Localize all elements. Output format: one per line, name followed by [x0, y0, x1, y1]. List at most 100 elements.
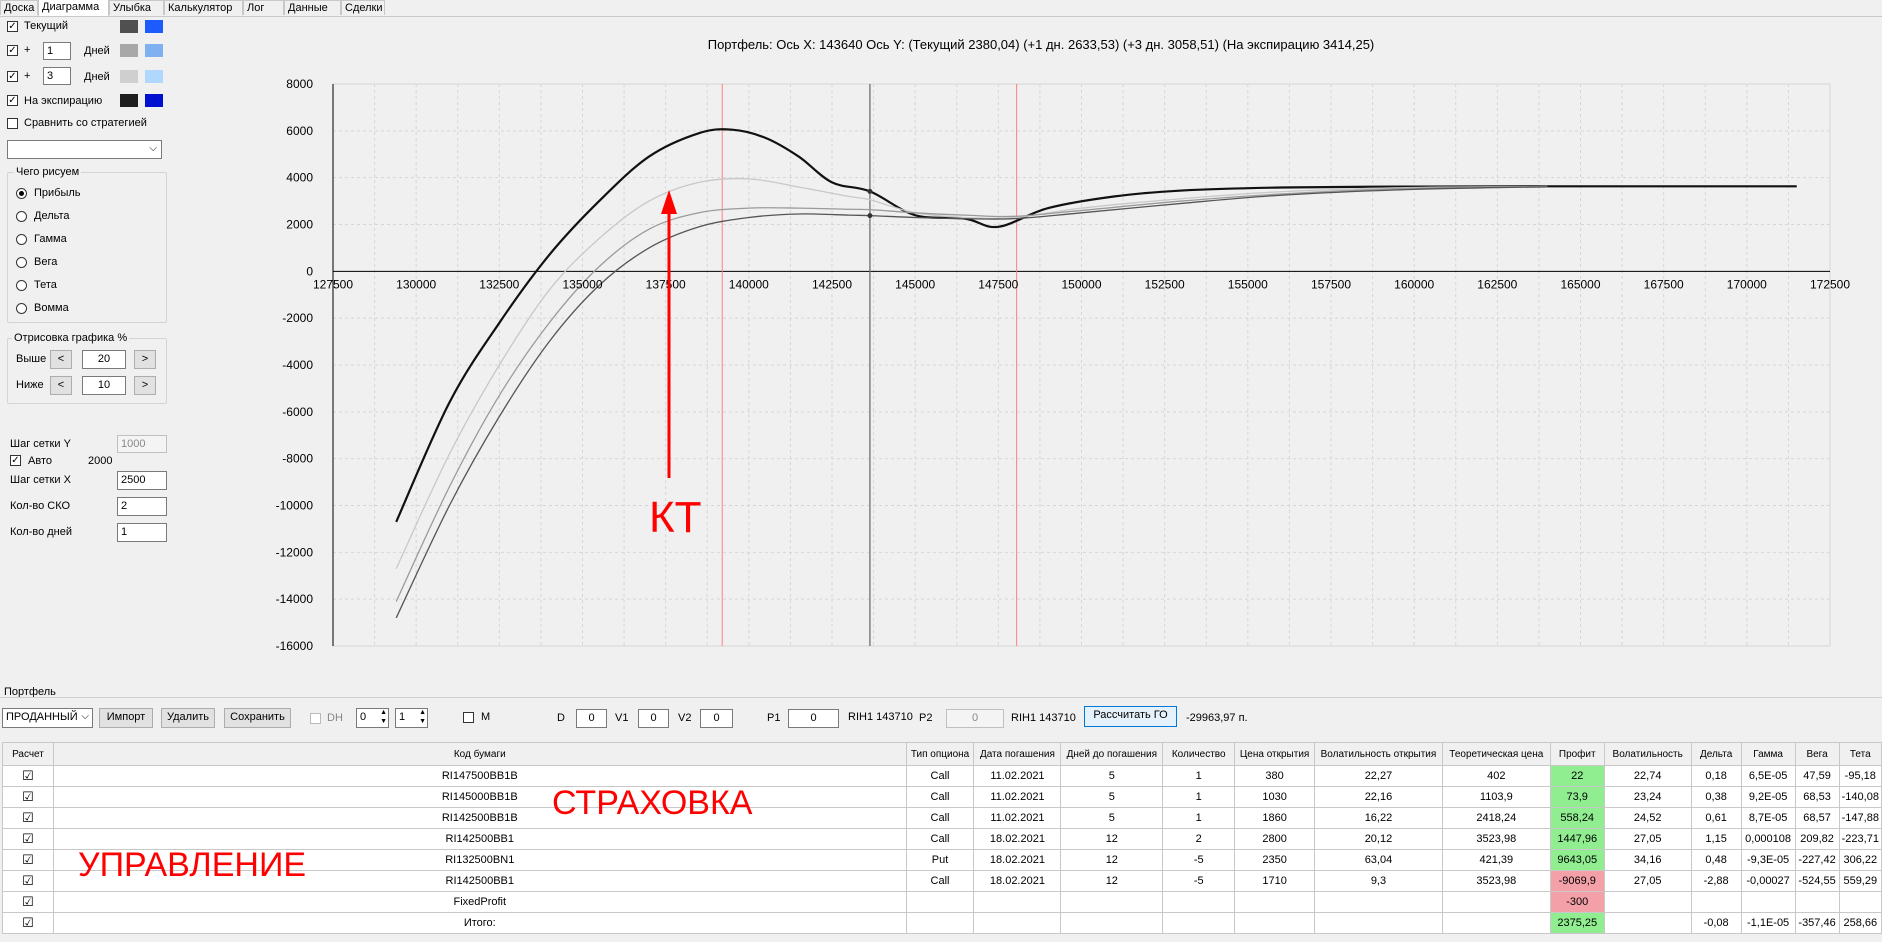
- table-row[interactable]: ☑ RI142500BB1B Call 11.02.2021 5 1 1860 16,22 24…: [2, 807, 1882, 829]
- table-cell: [1740, 891, 1796, 913]
- table-cell: 11.02.2021: [973, 807, 1062, 829]
- profit-cell: 558,24: [1549, 807, 1605, 829]
- table-cell: -524,55: [1794, 870, 1840, 892]
- table-cell: 0,18: [1690, 765, 1742, 787]
- column-header[interactable]: Теоретическая цена: [1441, 742, 1551, 766]
- column-header[interactable]: Тип опциона: [905, 742, 975, 766]
- d-input[interactable]: 0: [576, 709, 607, 728]
- table-cell: 2418,24: [1441, 807, 1551, 829]
- column-header[interactable]: Волатильность открытия: [1314, 742, 1443, 766]
- d-label: D: [557, 712, 565, 724]
- p1-label: P1: [767, 712, 781, 724]
- table-cell: [905, 912, 975, 934]
- table-cell: Call: [905, 828, 975, 850]
- portfolio-select-value: ПРОДАННЫЙ: [6, 711, 78, 723]
- dh-stepper-a[interactable]: 0 ▲ ▼: [356, 708, 389, 728]
- table-cell: 0,61: [1690, 807, 1742, 829]
- calc-checkbox[interactable]: ☑: [2, 786, 54, 808]
- table-cell: 22,16: [1314, 786, 1443, 808]
- table-row[interactable]: ☑ FixedProfit -300: [2, 891, 1882, 913]
- table-cell: [1441, 891, 1551, 913]
- column-header[interactable]: Дата погашения: [973, 742, 1062, 766]
- table-cell: 421,39: [1441, 849, 1551, 871]
- table-cell: 18.02.2021: [973, 870, 1062, 892]
- import-button[interactable]: Импорт: [99, 708, 153, 728]
- delete-button[interactable]: Удалить: [161, 708, 215, 728]
- table-cell: 0,48: [1690, 849, 1742, 871]
- save-button[interactable]: Сохранить: [224, 708, 291, 728]
- calc-checkbox[interactable]: ☑: [2, 765, 54, 787]
- table-cell: 9,3: [1314, 870, 1443, 892]
- table-cell: 3523,98: [1441, 828, 1551, 850]
- table-cell: [1441, 912, 1551, 934]
- table-cell: 8,7E-05: [1740, 807, 1796, 829]
- column-header[interactable]: Цена открытия: [1234, 742, 1316, 766]
- column-header[interactable]: Дней до погашения: [1060, 742, 1164, 766]
- table-header-row: Расчет Код бумаги Тип опциона Дата погашени…: [2, 742, 1882, 766]
- table-cell: 0,000108: [1740, 828, 1796, 850]
- table-cell: [1314, 891, 1443, 913]
- spin-arrows-icon: ▲ ▼: [419, 709, 426, 725]
- table-cell: 12: [1060, 849, 1164, 871]
- table-cell: 209,82: [1794, 828, 1840, 850]
- table-cell: -5: [1162, 870, 1236, 892]
- table-cell: Call: [905, 786, 975, 808]
- spin-arrows-icon: ▲ ▼: [380, 709, 387, 725]
- calc-checkbox[interactable]: ☑: [2, 891, 54, 913]
- table-cell: RI142500BB1B: [52, 807, 907, 829]
- table-cell: -147,88: [1838, 807, 1882, 829]
- table-cell: -357,46: [1794, 912, 1840, 934]
- p2-input[interactable]: 0: [946, 709, 1004, 728]
- column-header[interactable]: Профит: [1549, 742, 1605, 766]
- table-cell: 1,15: [1690, 828, 1742, 850]
- m-checkbox[interactable]: [463, 712, 474, 723]
- table-cell: 63,04: [1314, 849, 1443, 871]
- table-cell: 22,74: [1603, 765, 1692, 787]
- table-cell: 306,22: [1838, 849, 1882, 871]
- column-header[interactable]: Расчет: [2, 742, 54, 766]
- profit-cell: 22: [1549, 765, 1605, 787]
- table-cell: Итого:: [52, 912, 907, 934]
- table-cell: [1314, 912, 1443, 934]
- column-header[interactable]: Дельта: [1690, 742, 1742, 766]
- column-header[interactable]: Волатильность: [1603, 742, 1692, 766]
- table-cell: [1162, 891, 1236, 913]
- table-cell: RI145000BB1B: [52, 786, 907, 808]
- table-cell: -2,88: [1690, 870, 1742, 892]
- table-cell: 47,59: [1794, 765, 1840, 787]
- column-header[interactable]: Гамма: [1740, 742, 1796, 766]
- calc-go-button[interactable]: Рассчитать ГО: [1084, 706, 1177, 727]
- table-cell: 559,29: [1838, 870, 1882, 892]
- column-header[interactable]: Код бумаги: [52, 742, 907, 766]
- p1-input[interactable]: 0: [788, 709, 839, 728]
- table-cell: 9,2E-05: [1740, 786, 1796, 808]
- calc-checkbox[interactable]: ☑: [2, 849, 54, 871]
- column-header[interactable]: Количество: [1162, 742, 1236, 766]
- table-cell: 11.02.2021: [973, 765, 1062, 787]
- portfolio-select[interactable]: ПРОДАННЫЙ ⌵: [2, 708, 93, 728]
- table-cell: [1603, 912, 1692, 934]
- calc-checkbox[interactable]: ☑: [2, 870, 54, 892]
- column-header[interactable]: Тета: [1838, 742, 1882, 766]
- table-cell: 16,22: [1314, 807, 1443, 829]
- dh-checkbox[interactable]: [310, 713, 321, 724]
- table-cell: 11.02.2021: [973, 786, 1062, 808]
- v1-label: V1: [615, 712, 629, 724]
- table-cell: 0,38: [1690, 786, 1742, 808]
- v1-input[interactable]: 0: [638, 709, 669, 728]
- table-row[interactable]: ☑ Итого: 2375,25 -0,08 -1,1E-05 -357,46 258,66: [2, 912, 1882, 934]
- table-cell: 5: [1060, 765, 1164, 787]
- calc-checkbox[interactable]: ☑: [2, 912, 54, 934]
- table-cell: 402: [1441, 765, 1551, 787]
- table-row[interactable]: ☑ RI145000BB1B Call 11.02.2021 5 1 1030 22,16 11…: [2, 786, 1882, 808]
- column-header[interactable]: Вега: [1794, 742, 1840, 766]
- table-cell: 27,05: [1603, 828, 1692, 850]
- table-cell: [1234, 912, 1316, 934]
- table-cell: -1,1E-05: [1740, 912, 1796, 934]
- profit-cell: 9643,05: [1549, 849, 1605, 871]
- table-row[interactable]: ☑ RI147500BB1B Call 11.02.2021 5 1 380 22,27 402…: [2, 765, 1882, 787]
- dh-stepper-b[interactable]: 1 ▲ ▼: [395, 708, 428, 728]
- calc-checkbox[interactable]: ☑: [2, 807, 54, 829]
- calc-checkbox[interactable]: ☑: [2, 828, 54, 850]
- v2-input[interactable]: 0: [700, 709, 733, 728]
